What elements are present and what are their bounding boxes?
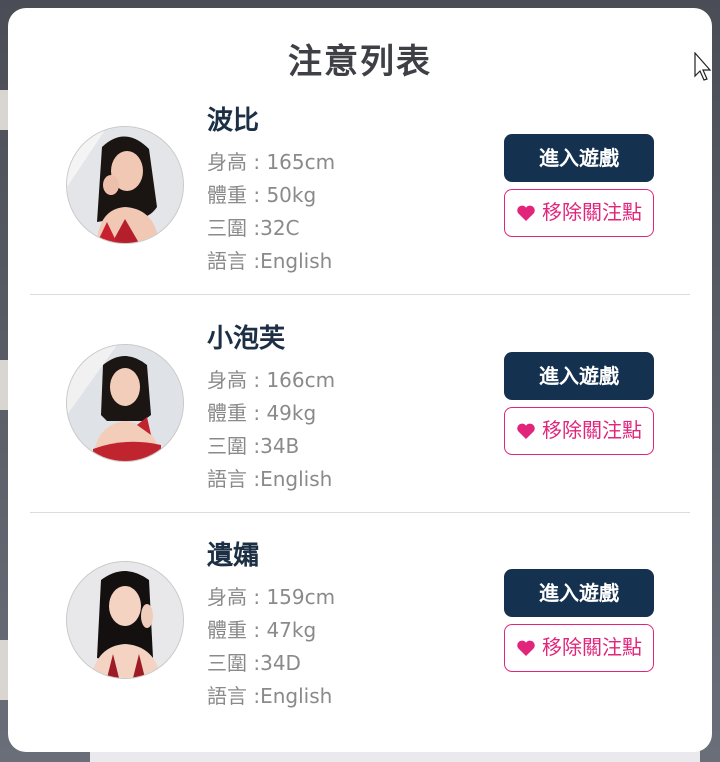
- weight-text: 體重 : 47kg: [207, 618, 317, 642]
- measurements-text: 三圍 :32C: [207, 216, 300, 240]
- enter-game-button[interactable]: 進入遊戲: [504, 352, 654, 400]
- height-text: 身高 : 165cm: [207, 150, 336, 174]
- enter-game-button[interactable]: 進入遊戲: [504, 134, 654, 182]
- language-text: 語言 :English: [207, 467, 333, 491]
- heart-icon: [517, 205, 535, 221]
- mouse-cursor-icon: [694, 52, 712, 81]
- weight-text: 體重 : 50kg: [207, 183, 317, 207]
- girl-name: 遺孀: [207, 541, 260, 571]
- weight-text: 體重 : 49kg: [207, 401, 317, 425]
- avatar-photo: [67, 345, 183, 461]
- avatar[interactable]: [66, 344, 184, 462]
- backdrop-thumbnail: [0, 90, 8, 130]
- watchlist-item: 小泡芙 身高 : 166cm 體重 : 49kg 三圍 :34B 語言 :Eng…: [30, 308, 690, 526]
- divider: [30, 294, 690, 295]
- remove-favorite-button[interactable]: 移除關注點: [504, 624, 654, 672]
- remove-favorite-label: 移除關注點: [542, 200, 642, 224]
- stats: 身高 : 159cm 體重 : 47kg 三圍 :34D 語言 :English: [207, 581, 335, 713]
- enter-game-button[interactable]: 進入遊戲: [504, 569, 654, 617]
- stats: 身高 : 165cm 體重 : 50kg 三圍 :32C 語言 :English: [207, 146, 335, 278]
- girl-name: 小泡芙: [207, 324, 286, 354]
- remove-favorite-label: 移除關注點: [542, 635, 642, 659]
- height-text: 身高 : 159cm: [207, 585, 336, 609]
- watchlist-item: 波比 身高 : 165cm 體重 : 50kg 三圍 :32C 語言 :Engl…: [30, 90, 690, 308]
- avatar-photo: [67, 127, 183, 243]
- height-text: 身高 : 166cm: [207, 368, 336, 392]
- watchlist-item: 遺孀 身高 : 159cm 體重 : 47kg 三圍 :34D 語言 :Engl…: [30, 525, 690, 743]
- remove-favorite-button[interactable]: 移除關注點: [504, 407, 654, 455]
- heart-icon: [517, 640, 535, 656]
- remove-favorite-label: 移除關注點: [542, 418, 642, 442]
- backdrop-thumbnail: [0, 360, 8, 410]
- divider: [30, 512, 690, 513]
- modal-title: 注意列表: [288, 42, 432, 82]
- watchlist-modal: 注意列表 波比 身高 : 165cm 體重 : 50kg 三圍 :32C 語言 …: [8, 8, 712, 752]
- stats: 身高 : 166cm 體重 : 49kg 三圍 :34B 語言 :English: [207, 364, 335, 496]
- measurements-text: 三圍 :34D: [207, 651, 301, 675]
- measurements-text: 三圍 :34B: [207, 434, 300, 458]
- avatar[interactable]: [66, 126, 184, 244]
- avatar[interactable]: [66, 561, 184, 679]
- language-text: 語言 :English: [207, 684, 333, 708]
- language-text: 語言 :English: [207, 249, 333, 273]
- avatar-photo: [67, 562, 183, 678]
- girl-name: 波比: [207, 106, 260, 136]
- backdrop-thumbnail: [0, 640, 8, 700]
- remove-favorite-button[interactable]: 移除關注點: [504, 189, 654, 237]
- heart-icon: [517, 423, 535, 439]
